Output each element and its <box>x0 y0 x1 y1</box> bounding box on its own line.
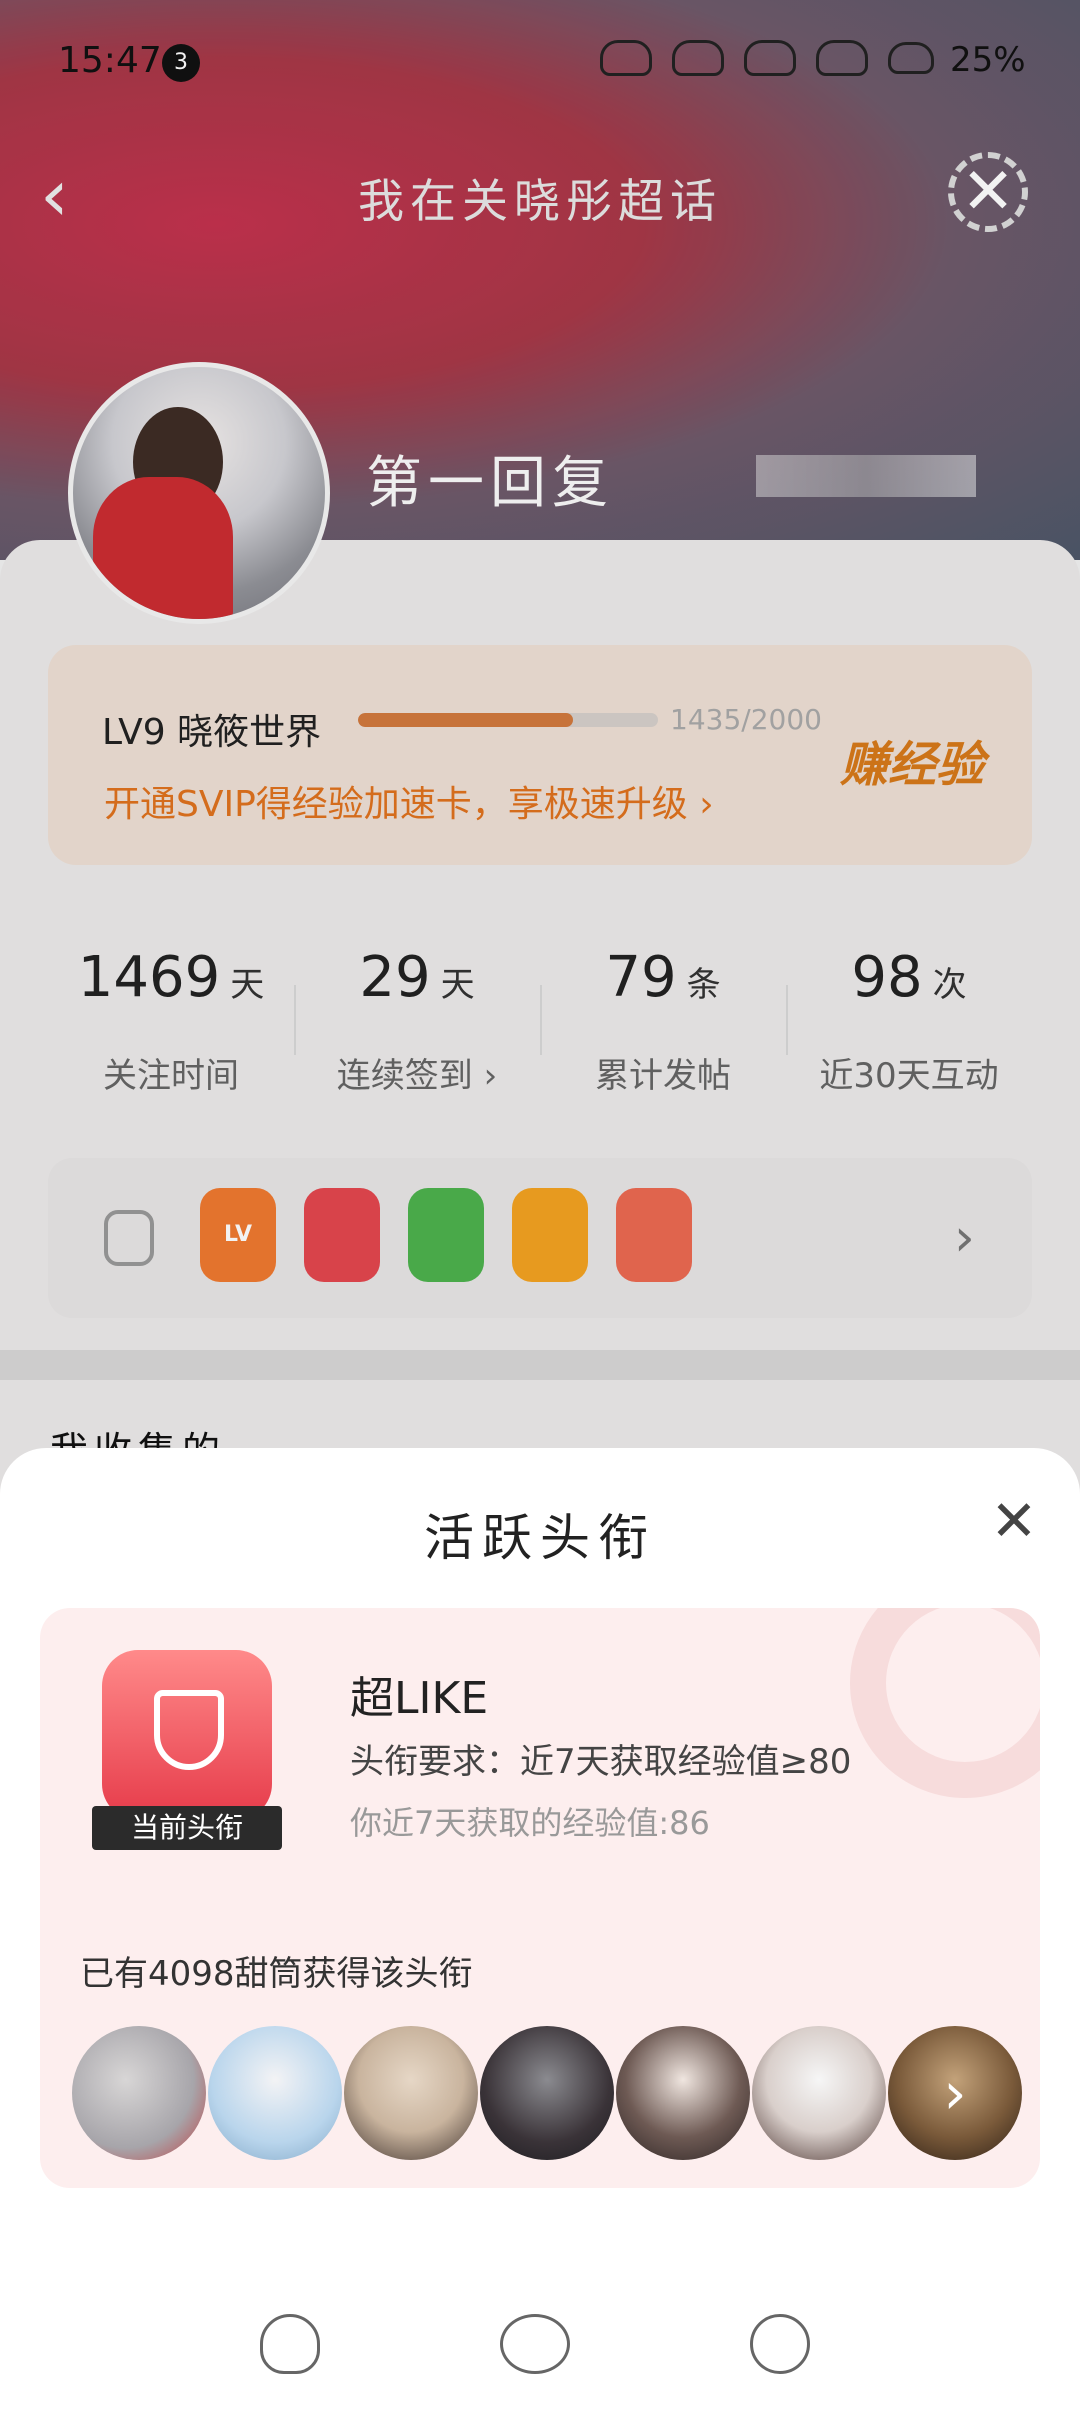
holder-avatar[interactable] <box>480 2026 614 2160</box>
holder-avatar[interactable] <box>752 2026 886 2160</box>
holder-avatar[interactable] <box>72 2026 206 2160</box>
mascot-icon <box>500 2314 570 2374</box>
moon-icon <box>750 2314 810 2374</box>
holder-avatar[interactable] <box>344 2026 478 2160</box>
current-title-badge: 当前头衔 <box>92 1650 282 1850</box>
title-card: 当前头衔 超LIKE 头衔要求：近7天获取经验值≥80 你近7天获取的经验值:8… <box>40 1608 1040 2188</box>
page: 15:47 3 25% ‹ 我在关晓彤超话 ✕ 第一回复 LV9 晓筱世界 14… <box>0 0 1080 2414</box>
decorative-swirl <box>850 1608 1040 1798</box>
username: 第一回复 <box>366 451 614 516</box>
title-name: 超LIKE <box>350 1673 489 1724</box>
holder-avatar[interactable] <box>208 2026 342 2160</box>
more-holders-button[interactable]: › <box>888 2026 1022 2160</box>
avatar-coat-shape <box>93 477 233 619</box>
title-bottom-sheet: 活跃头衔 ✕ 当前头衔 超LIKE 头衔要求：近7天获取经验值≥80 你近7天获… <box>0 1448 1080 2414</box>
close-button[interactable]: ✕ <box>984 1492 1044 1552</box>
bottom-decoration <box>0 2314 1080 2394</box>
chevron-right-icon: › <box>943 2059 967 2127</box>
holders-avatar-list: › <box>72 2026 1032 2162</box>
title-requirement: 头衔要求：近7天获取经验值≥80 <box>350 1742 852 1782</box>
blurred-tag <box>756 455 976 497</box>
sheet-title: 活跃头衔 <box>424 1509 656 1567</box>
holders-count-text: 已有4098甜筒获得该头衔 <box>80 1954 473 1994</box>
my-exp-value: 你近7天获取的经验值:86 <box>350 1804 710 1842</box>
close-icon: ✕ <box>990 1489 1038 1554</box>
avatar[interactable] <box>68 362 330 624</box>
trophy-icon <box>154 1690 224 1770</box>
star-outline-icon <box>260 2314 320 2374</box>
current-title-tag: 当前头衔 <box>92 1806 282 1850</box>
holder-avatar[interactable] <box>616 2026 750 2160</box>
